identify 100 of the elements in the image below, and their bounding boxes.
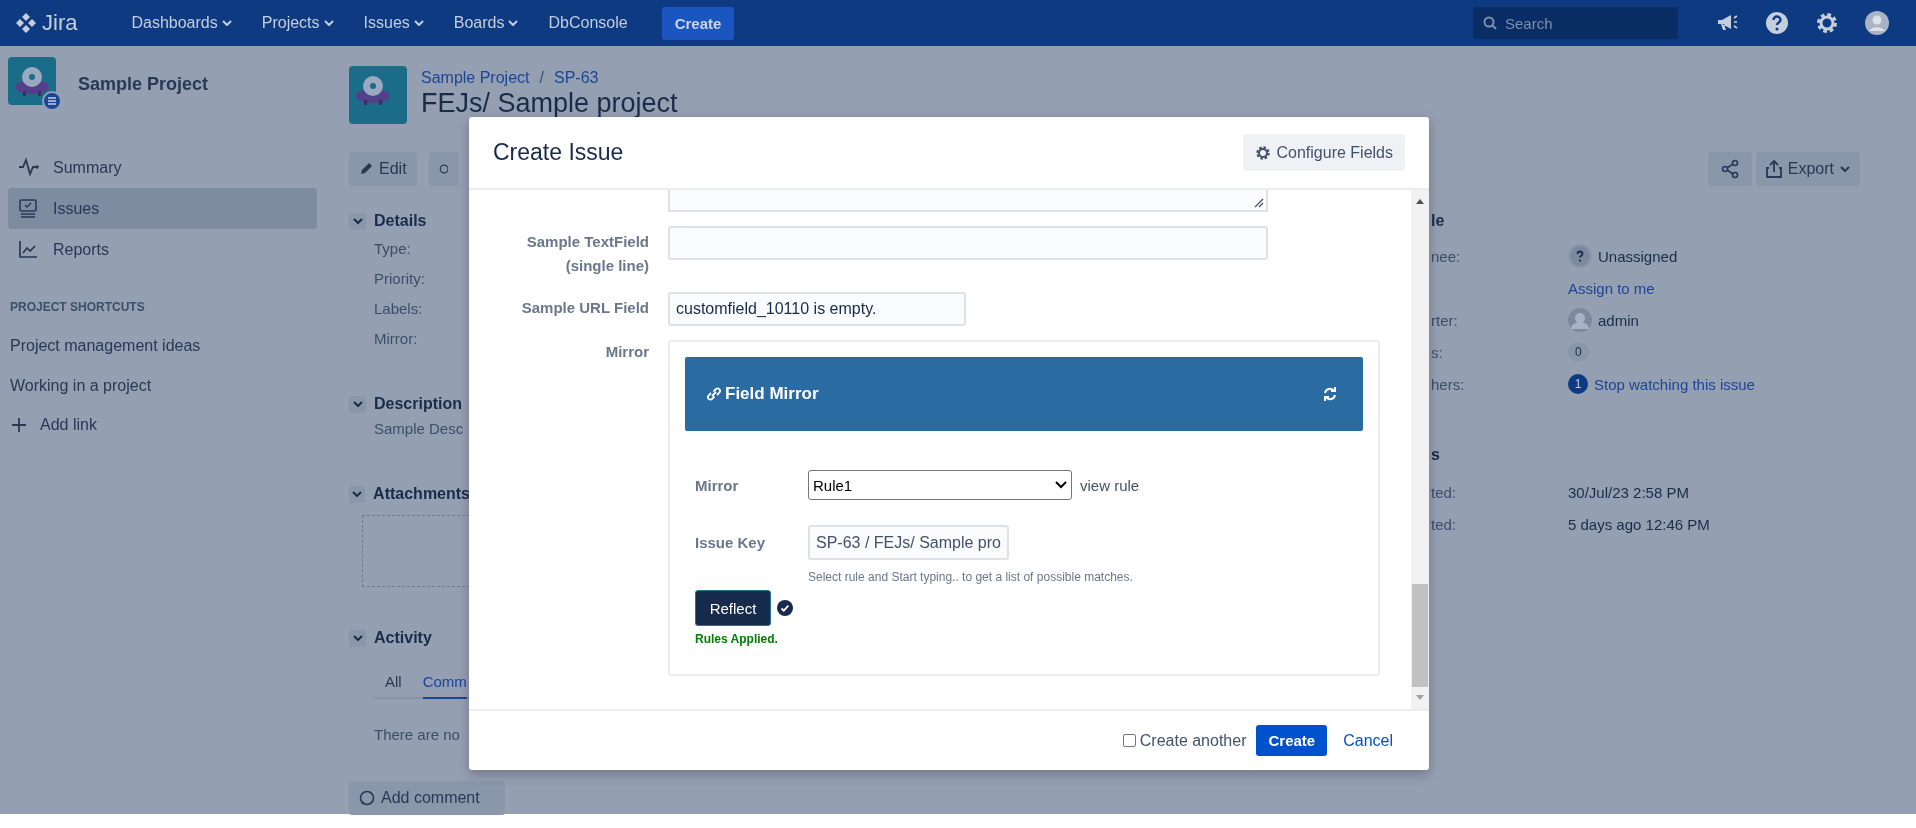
collapse-toggle[interactable] xyxy=(349,629,366,647)
field-label: rter: xyxy=(1431,311,1459,329)
nav-menu[interactable]: Boards xyxy=(445,8,527,38)
caret-icon xyxy=(352,635,363,641)
view-rule-link[interactable]: view rule xyxy=(1080,476,1140,494)
field-label: Labels: xyxy=(373,298,424,319)
search-field[interactable]: Search xyxy=(1473,7,1678,39)
caret-icon xyxy=(352,491,363,497)
field-label: ted: xyxy=(1431,515,1458,533)
textarea-field[interactable] xyxy=(668,190,1268,212)
sidebar-item[interactable]: Reports xyxy=(8,229,317,270)
section-heading: Activity xyxy=(374,629,432,647)
activity-tab[interactable]: All xyxy=(385,667,402,699)
upload-icon xyxy=(1765,160,1782,178)
section-heading: le xyxy=(1431,212,1446,231)
configure-fields-button[interactable]: Configure Fields xyxy=(1242,134,1405,171)
unknown-user-icon xyxy=(1568,244,1592,268)
shortcut-link[interactable]: Working in a project xyxy=(8,366,317,406)
scrollbar-thumb[interactable] xyxy=(1412,584,1428,687)
user-avatar-icon[interactable] xyxy=(1865,11,1889,35)
pulse-icon xyxy=(18,157,39,178)
settings-icon xyxy=(1254,144,1271,161)
collapse-toggle[interactable] xyxy=(349,212,366,230)
nav-menu[interactable]: Issues xyxy=(355,8,432,38)
caret-icon xyxy=(413,20,424,26)
breadcrumb-link[interactable]: SP-63 xyxy=(553,69,599,87)
check-circle-icon xyxy=(777,600,793,616)
sidebar-item[interactable]: Summary xyxy=(8,147,317,188)
field-label: s: xyxy=(1431,343,1444,361)
export-button[interactable]: Export xyxy=(1755,152,1860,186)
scroll-up-icon xyxy=(1415,198,1425,204)
scroll-down-icon xyxy=(1415,695,1425,701)
collapse-toggle[interactable] xyxy=(349,395,366,413)
nav-menu[interactable]: Dashboards xyxy=(123,8,240,38)
user-avatar-icon xyxy=(1568,308,1592,332)
breadcrumb-separator: / xyxy=(539,69,544,87)
caret-icon xyxy=(1840,166,1850,172)
empty-message: There are no xyxy=(373,724,461,745)
assign-link[interactable]: Assign to me xyxy=(1568,279,1655,297)
field-label: Mirror xyxy=(695,476,740,494)
issue-key-field[interactable]: SP-63 / FEJs/ Sample pro xyxy=(808,525,1009,560)
line-chart-icon xyxy=(18,239,39,260)
pencil-icon xyxy=(359,162,373,176)
monitor-icon xyxy=(18,198,39,219)
link-icon xyxy=(705,385,723,403)
settings-icon[interactable] xyxy=(1815,11,1839,35)
reflect-button[interactable]: Reflect xyxy=(695,590,771,626)
create-button[interactable]: Create xyxy=(661,6,735,40)
caret-icon xyxy=(323,20,334,26)
comment-button[interactable] xyxy=(428,152,458,186)
sidebar-item[interactable]: Issues xyxy=(8,188,317,229)
collapse-toggle[interactable] xyxy=(349,485,366,503)
description-text: Sample Desc xyxy=(373,418,465,439)
project-name: Sample Project xyxy=(78,73,209,95)
rule-select[interactable]: Rule1 xyxy=(808,470,1072,500)
add-link[interactable]: Add link xyxy=(8,406,317,444)
text-field[interactable] xyxy=(668,226,1268,260)
issue-title: FEJs/ Sample project xyxy=(421,88,678,119)
watcher-count: 1 xyxy=(1568,374,1588,394)
scrollbar[interactable] xyxy=(1411,190,1429,709)
search-icon xyxy=(1483,16,1497,30)
cancel-link[interactable]: Cancel xyxy=(1337,731,1399,750)
nav-menu[interactable]: DbConsole xyxy=(540,8,636,38)
breadcrumb-link[interactable]: Sample Project xyxy=(421,69,530,87)
caret-icon xyxy=(221,20,232,26)
vote-count: 0 xyxy=(1568,343,1589,361)
create-another-checkbox[interactable] xyxy=(1122,734,1136,747)
reporter-name: admin xyxy=(1598,311,1639,329)
section-heading: PROJECT SHORTCUTS xyxy=(10,300,146,314)
activity-tab[interactable]: Comm xyxy=(422,667,467,699)
dialog-title: Create Issue xyxy=(493,139,624,166)
chevron-icon xyxy=(1055,481,1067,489)
edit-button[interactable]: Edit xyxy=(349,152,417,186)
assignee-name: Unassigned xyxy=(1598,247,1678,265)
date-value: 5 days ago 12:46 PM xyxy=(1568,515,1711,533)
add-comment-button[interactable]: Add comment xyxy=(349,781,505,815)
field-label: Mirror xyxy=(604,342,649,362)
create-button[interactable]: Create xyxy=(1256,725,1328,756)
share-button[interactable] xyxy=(1707,152,1752,186)
field-label: Sample URL Field xyxy=(520,298,649,318)
logo-icon xyxy=(14,11,38,35)
hint-text: Select rule and Start typing.. to get a list of possible matches. xyxy=(808,570,1134,584)
text-field[interactable]: customfield_10110 is empty. xyxy=(668,292,966,326)
field-label: Type: xyxy=(373,238,412,259)
section-heading: Description xyxy=(374,395,462,413)
comment-icon xyxy=(359,790,375,806)
nav-menu[interactable]: Projects xyxy=(253,8,342,38)
field-label: ted: xyxy=(1431,483,1458,501)
mirror-title: Field Mirror xyxy=(725,384,819,404)
caret-icon xyxy=(508,20,519,26)
refresh-icon[interactable] xyxy=(1321,385,1339,403)
resize-grip-icon xyxy=(1254,198,1264,208)
help-icon[interactable] xyxy=(1765,11,1789,35)
field-label: Priority: xyxy=(373,268,426,289)
shortcut-link[interactable]: Project management ideas xyxy=(8,326,317,366)
watch-link[interactable]: Stop watching this issue xyxy=(1594,375,1755,393)
share-icon xyxy=(1719,159,1740,179)
status-message: Rules Applied. xyxy=(695,632,779,646)
caret-icon xyxy=(352,401,363,407)
field-label: Issue Key xyxy=(695,534,767,551)
